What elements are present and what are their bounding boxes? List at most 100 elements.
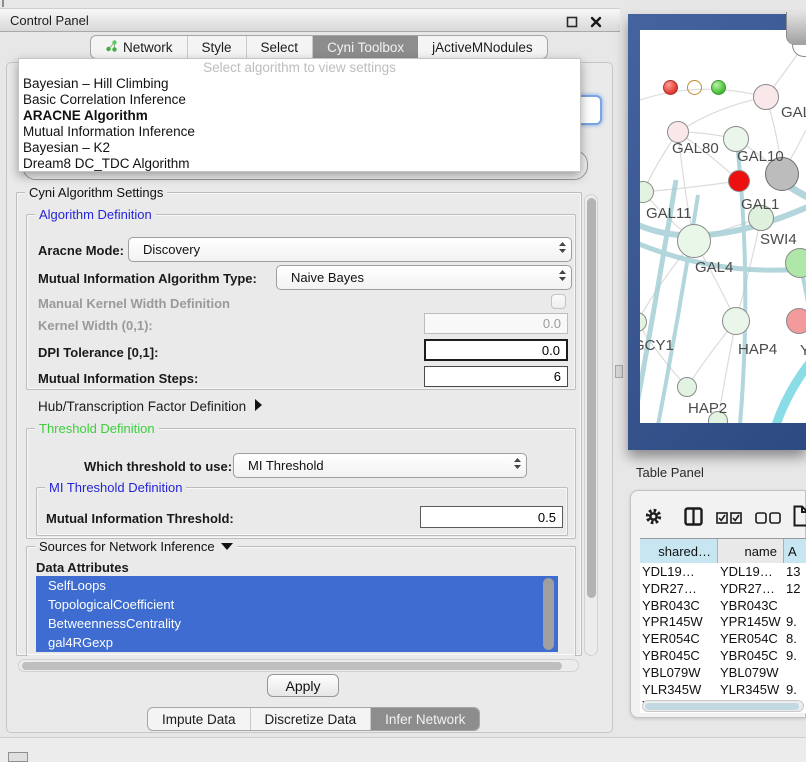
checked-boxes-icon[interactable]	[716, 511, 742, 529]
table-cell: YBR043C	[642, 598, 716, 615]
table-cell: 9.	[786, 682, 806, 699]
data-attribute-item[interactable]: gal4RGexp	[36, 633, 558, 652]
tab-discretize-data[interactable]: Discretize Data	[251, 708, 372, 730]
table-row[interactable]: YBL079WYBL079W	[640, 665, 806, 682]
tab-network[interactable]: Network	[91, 36, 188, 58]
control-panel-titlebar: Control Panel	[0, 8, 620, 32]
tab-cyni-toolbox[interactable]: Cyni Toolbox	[313, 36, 418, 58]
columns-icon[interactable]	[684, 507, 703, 531]
kernel-width-label: Kernel Width (0,1):	[38, 318, 153, 333]
settings-group-title: Cyni Algorithm Settings	[25, 185, 167, 200]
aracne-mode-label: Aracne Mode:	[38, 243, 124, 258]
zoom-window-button[interactable]	[711, 80, 726, 95]
gear-icon[interactable]	[644, 507, 663, 531]
network-node-hap4[interactable]	[722, 307, 750, 335]
node-table: shared… name A YDL19…YDL19…13YDR27…YDR27…	[640, 538, 806, 713]
aracne-mode-combobox[interactable]: Discovery	[128, 237, 572, 262]
manual-kernel-checkbox[interactable]	[551, 294, 566, 309]
table-row[interactable]: YBR043CYBR043C	[640, 598, 806, 615]
algorithm-option[interactable]: Bayesian – K2	[19, 140, 580, 156]
mi-steps-input[interactable]: 6	[424, 366, 568, 387]
table-row[interactable]: YDR27…YDR27…12	[640, 581, 806, 598]
minimized-panel-icon[interactable]	[8, 752, 28, 762]
node-label-gcy1: GCY1	[640, 337, 674, 354]
mi-algorithm-type-value: Naive Bayes	[277, 270, 553, 285]
unchecked-boxes-icon[interactable]	[755, 511, 781, 529]
table-row[interactable]: YBR045CYBR045C9.	[640, 648, 806, 665]
manual-kernel-label: Manual Kernel Width Definition	[38, 296, 230, 311]
tab-label: Network	[123, 40, 173, 55]
network-tab-icon	[105, 39, 118, 55]
table-cell: YLR345W	[642, 682, 716, 699]
sources-title: Sources for Network Inference	[39, 539, 215, 554]
sources-group-header[interactable]: Sources for Network Inference	[35, 539, 237, 554]
tab-style[interactable]: Style	[188, 36, 247, 58]
combo-arrows-icon	[553, 241, 571, 259]
data-attribute-item[interactable]: SelfLoops	[36, 576, 558, 595]
dpi-tolerance-input[interactable]: 0.0	[424, 339, 568, 361]
node-label-gal: GAL	[781, 104, 806, 121]
column-header-shared-name[interactable]: shared…	[640, 539, 718, 563]
tab-jactivemnodules[interactable]: jActiveMNodules	[418, 36, 547, 58]
table-cell: YER054C	[642, 631, 716, 648]
settings-vertical-scrollbar[interactable]	[584, 194, 598, 656]
hub-definition-section-toggle[interactable]: Hub/Transcription Factor Definition	[38, 399, 263, 414]
tab-label: Cyni Toolbox	[327, 40, 404, 55]
mi-threshold-definition-title: MI Threshold Definition	[45, 480, 186, 495]
algorithm-option[interactable]: Bayesian – Hill Climbing	[19, 76, 580, 92]
mi-threshold-input[interactable]: 0.5	[420, 506, 563, 528]
table-cell: YPR145W	[642, 614, 716, 631]
which-threshold-combobox[interactable]: MI Threshold	[233, 453, 527, 478]
table-row[interactable]: YLR345WYLR345W9.	[640, 682, 806, 699]
tab-impute-data[interactable]: Impute Data	[148, 708, 251, 730]
table-cell: YBL079W	[642, 665, 716, 682]
mi-algorithm-type-combobox[interactable]: Naive Bayes	[276, 265, 572, 290]
data-attribute-item[interactable]: BetweennessCentrality	[36, 614, 558, 633]
which-threshold-label: Which threshold to use:	[84, 459, 232, 474]
splitter-grip[interactable]	[615, 365, 623, 378]
algorithm-option[interactable]: Dream8 DC_TDC Algorithm	[19, 156, 580, 172]
network-view-window[interactable]: GALGAL80GAL10GAL1GAL11SWI4GAL4GCY1HAP4YH…	[628, 14, 806, 450]
table-cell: YBL079W	[720, 665, 782, 682]
close-icon[interactable]	[590, 15, 602, 27]
algorithm-dropdown-placeholder: Select algorithm to view settings	[19, 60, 580, 76]
network-node-hap2[interactable]	[677, 377, 697, 397]
network-node-gal4[interactable]	[677, 224, 711, 258]
mi-algorithm-type-label: Mutual Information Algorithm Type:	[38, 271, 257, 286]
aracne-mode-value: Discovery	[129, 242, 553, 257]
network-node-gal[interactable]	[753, 84, 779, 110]
control-panel-tabbar: Network Style Select Cyni Toolbox jActiv…	[90, 35, 548, 59]
algorithm-option[interactable]: Mutual Information Inference	[19, 124, 580, 140]
data-attribute-item[interactable]: TopologicalCoefficient	[36, 595, 558, 614]
network-canvas[interactable]: GALGAL80GAL10GAL1GAL11SWI4GAL4GCY1HAP4YH…	[640, 30, 806, 423]
network-node-gal1[interactable]	[728, 170, 750, 192]
tab-label: Impute Data	[162, 712, 236, 727]
algorithm-option[interactable]: ARACNE Algorithm	[19, 108, 580, 124]
mi-steps-value: 6	[554, 369, 561, 384]
file-icon[interactable]	[793, 505, 806, 532]
column-header-partial[interactable]: A	[784, 539, 806, 563]
table-horizontal-scrollbar[interactable]	[642, 700, 804, 712]
attributes-list-scrollbar[interactable]	[543, 578, 554, 650]
tab-label: Infer Network	[385, 712, 465, 727]
tab-select[interactable]: Select	[247, 36, 314, 58]
column-header-name[interactable]: name	[718, 539, 784, 563]
kernel-width-input[interactable]: 0.0	[424, 313, 568, 334]
close-window-button[interactable]	[663, 80, 678, 95]
combo-arrows-icon	[508, 457, 526, 475]
settings-horizontal-scrollbar[interactable]	[18, 659, 579, 672]
apply-button[interactable]: Apply	[267, 674, 339, 697]
float-window-icon[interactable]	[566, 15, 578, 27]
table-row[interactable]: YPR145WYPR145W9.	[640, 614, 806, 631]
table-cell: YPR145W	[720, 614, 782, 631]
minimize-window-button[interactable]	[687, 80, 702, 95]
tab-infer-network[interactable]: Infer Network	[371, 708, 479, 730]
table-panel-title: Table Panel	[636, 465, 704, 480]
network-node-y[interactable]	[786, 308, 806, 334]
node-label-swi4: SWI4	[760, 231, 797, 248]
algorithm-option[interactable]: Basic Correlation Inference	[19, 92, 580, 108]
table-cell	[786, 598, 806, 615]
table-row[interactable]: YER054CYER054C8.	[640, 631, 806, 648]
table-row[interactable]: YDL19…YDL19…13	[640, 564, 806, 581]
kernel-width-value: 0.0	[543, 316, 561, 331]
